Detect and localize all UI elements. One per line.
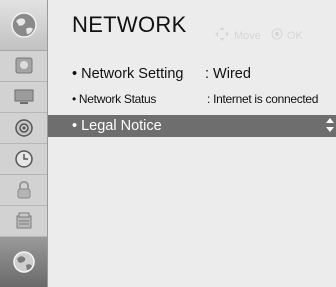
menu-item-network-setting[interactable]: • Network Setting : Wired: [48, 64, 336, 84]
ok-button-icon: [271, 28, 283, 43]
options-icon[interactable]: [0, 206, 47, 237]
menu-item-label: • Network Status: [72, 92, 157, 106]
page-title: NETWORK: [72, 12, 187, 37]
move-arrows-icon: [214, 26, 230, 45]
menu-item-label: • Legal Notice: [72, 118, 162, 134]
network-globe-icon[interactable]: [0, 237, 47, 287]
menu-item-label: • Network Setting: [72, 66, 184, 82]
menu-item-legal-notice[interactable]: • Legal Notice: [48, 115, 336, 137]
picture-icon[interactable]: [0, 51, 47, 82]
menu-item-network-status[interactable]: • Network Status : Internet is connected: [48, 89, 336, 109]
menu-item-value: : Internet is connected: [207, 92, 319, 106]
globe-icon: [0, 0, 47, 51]
lock-icon[interactable]: [0, 175, 47, 206]
monitor-icon[interactable]: [0, 82, 47, 113]
clock-icon[interactable]: [0, 144, 47, 175]
move-hint-label: Move: [234, 29, 261, 42]
navigation-hint: Move OK: [214, 26, 313, 45]
up-down-arrow-icon: [326, 118, 334, 136]
menu-item-value: : Wired: [205, 66, 251, 82]
ok-hint-label: OK: [286, 29, 303, 42]
audio-icon[interactable]: [0, 113, 47, 144]
category-sidebar: [0, 0, 48, 287]
network-menu-screen: NETWORK Move OK • Network Setting : Wire…: [0, 0, 336, 287]
menu-header: NETWORK Move OK: [48, 0, 336, 52]
